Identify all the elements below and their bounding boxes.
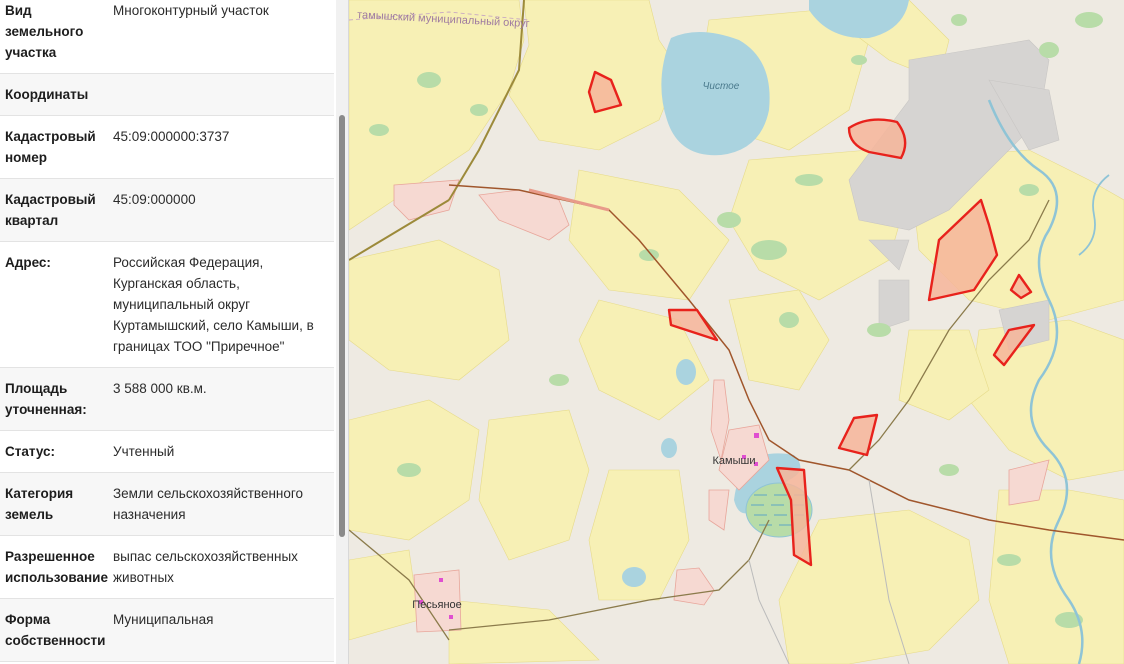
property-value [113, 84, 330, 105]
table-row: Адрес: Российская Федерация, Курганская … [0, 242, 334, 368]
property-key: Кадастровый квартал [5, 192, 96, 228]
table-row: Вид земельного участка Многоконтурный уч… [0, 0, 334, 74]
property-value: 45:09:000000 [113, 192, 196, 207]
property-key: Вид земельного участка [5, 3, 84, 60]
property-value: Многоконтурный участок [113, 3, 269, 18]
property-value: Российская Федерация, Курганская область… [113, 255, 314, 354]
panel-scrollbar-thumb[interactable] [339, 115, 345, 537]
lake-label: Чистое [703, 81, 740, 92]
property-key: Разрешенное использование [5, 549, 108, 585]
property-value: 45:09:000000:3737 [113, 129, 230, 144]
table-row: Статус: Учтенный [0, 431, 334, 473]
property-value: 3 588 000 кв.м. [113, 381, 207, 396]
village-label-pesyanoe: Песьяное [412, 599, 462, 611]
property-key: Статус: [5, 444, 55, 459]
property-table: Вид земельного участка Многоконтурный уч… [0, 0, 334, 662]
property-key: Адрес: [5, 255, 51, 270]
property-key: Форма собственности [5, 612, 106, 648]
table-row: Категория земель Земли сельскохозяйствен… [0, 473, 334, 536]
property-value: Земли сельскохозяйственного назначения [113, 486, 304, 522]
property-value: Учтенный [113, 444, 175, 459]
property-key: Кадастровый номер [5, 129, 96, 165]
property-key: Категория земель [5, 486, 74, 522]
map-canvas[interactable]: тамышский муниципальный округ Чистое Кам… [349, 0, 1124, 664]
property-value: выпас сельскохозяйственных животных [113, 549, 298, 585]
property-value: Муниципальная [113, 612, 214, 627]
table-row: Кадастровый номер 45:09:000000:3737 [0, 116, 334, 179]
village-label-kamyshi: Камыши [713, 455, 756, 467]
property-panel: Вид земельного участка Многоконтурный уч… [0, 0, 349, 664]
table-row: Кадастровый квартал 45:09:000000 [0, 179, 334, 242]
table-row: Площадь уточненная: 3 588 000 кв.м. [0, 368, 334, 431]
table-row: Форма собственности Муниципальная [0, 599, 334, 662]
table-row: Разрешенное использование выпас сельскох… [0, 536, 334, 599]
map-view[interactable]: тамышский муниципальный округ Чистое Кам… [349, 0, 1124, 664]
property-key: Площадь уточненная: [5, 381, 87, 417]
table-row: Координаты [0, 74, 334, 116]
property-key: Координаты [5, 87, 89, 102]
